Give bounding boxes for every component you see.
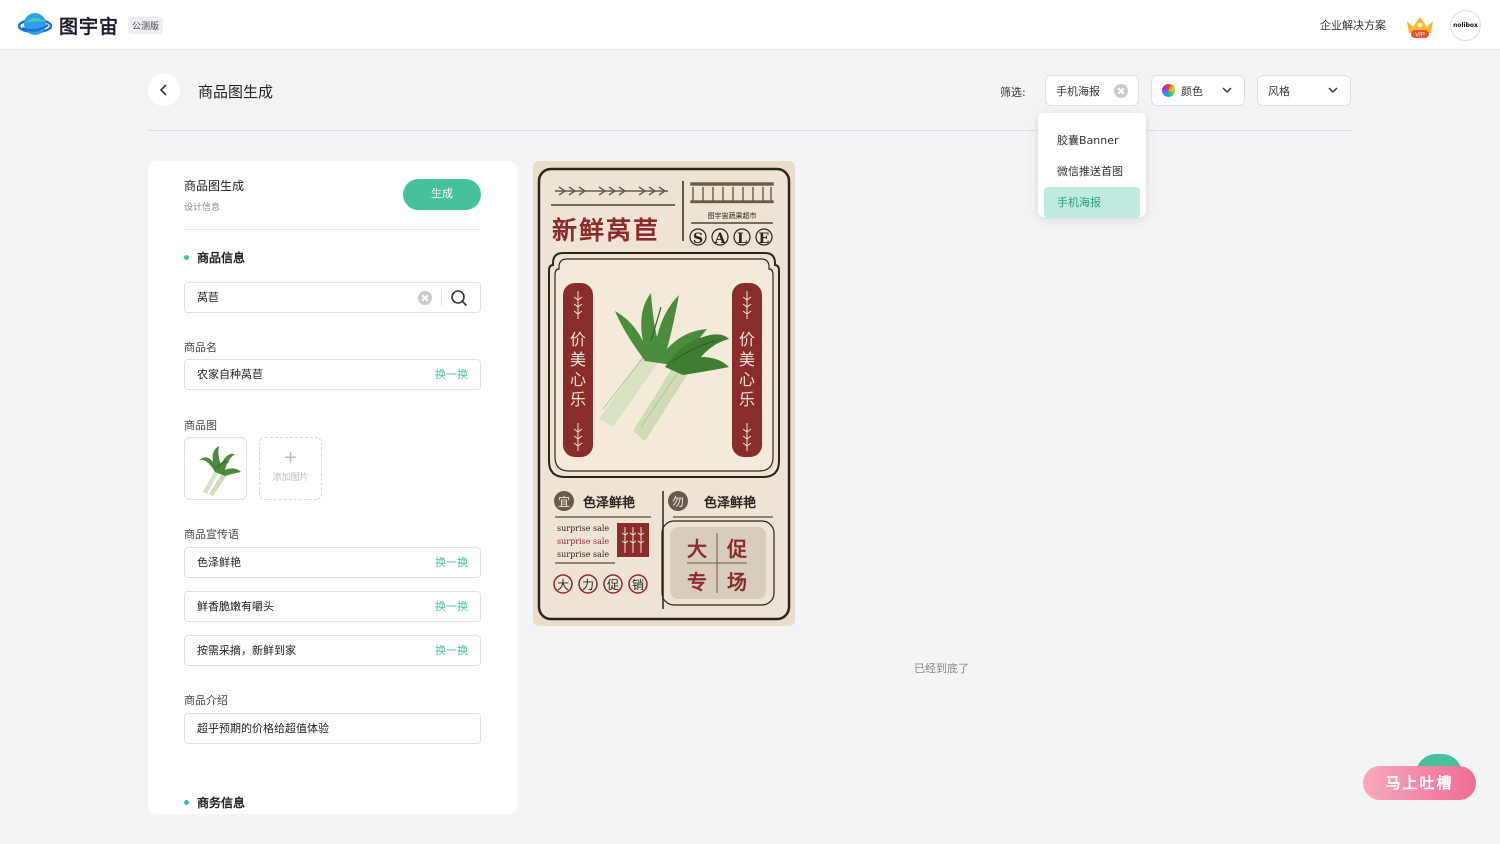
style-filter-label: 风格 — [1268, 84, 1290, 98]
chevron-down-icon — [1222, 87, 1232, 93]
promo-box-char: 专 — [687, 570, 707, 594]
beta-badge: 公测版 — [128, 17, 164, 34]
product-image-label: 商品图 — [184, 419, 217, 432]
tag-right: 色泽鲜艳 — [704, 495, 756, 511]
user-avatar[interactable]: nolibox — [1450, 10, 1481, 41]
dropdown-option-mobile-poster[interactable]: 手机海报 — [1044, 187, 1140, 218]
slogan-field-2[interactable]: 鲜香脆嫩有嚼头 换一换 — [184, 591, 481, 622]
color-filter-select[interactable]: 颜色 — [1151, 75, 1245, 106]
sale-letter: A — [714, 231, 727, 247]
vip-crown-icon[interactable]: VIP — [1404, 13, 1436, 39]
intro-label: 商品介绍 — [184, 694, 228, 707]
sale-letter: E — [759, 231, 770, 247]
color-wheel-icon — [1162, 84, 1175, 97]
style-filter-select[interactable]: 风格 — [1257, 75, 1351, 106]
wheat-box-icon — [621, 527, 645, 553]
sale-letter: L — [737, 231, 747, 247]
side-text-left: 心 — [570, 370, 586, 389]
side-text-left: 价 — [570, 330, 586, 349]
product-name-label: 商品名 — [184, 341, 217, 354]
type-filter-dropdown: 胶囊Banner 微信推送首图 手机海报 — [1038, 113, 1146, 218]
product-intro-field[interactable]: 超乎预期的价格给超值体验 — [184, 713, 481, 744]
poster-title: 新鲜莴苣 — [552, 216, 660, 245]
chevron-left-icon — [159, 84, 167, 96]
dropdown-option-wechat-cover[interactable]: 微信推送首图 — [1038, 156, 1146, 187]
swap-slogan-button[interactable]: 换一换 — [435, 592, 468, 621]
side-text-right: 乐 — [739, 390, 755, 409]
surprise-text: surprise sale — [557, 524, 609, 533]
badge-right: 勿 — [672, 495, 684, 509]
promo-char: 促 — [607, 578, 619, 592]
slogan-field-1[interactable]: 色泽鲜艳 换一换 — [184, 547, 481, 578]
vip-label: VIP — [1415, 33, 1425, 39]
surprise-text: surprise sale — [557, 537, 609, 546]
feedback-button[interactable]: 马上吐槽 — [1363, 766, 1476, 800]
planet-logo-icon[interactable] — [18, 10, 52, 40]
clear-filter-icon[interactable] — [1114, 84, 1128, 98]
promo-char: 大 — [557, 578, 569, 592]
brand-name[interactable]: 图宇宙 — [59, 12, 119, 39]
end-of-list-text: 已经到底了 — [914, 662, 969, 675]
side-text-right: 美 — [739, 350, 755, 369]
promo-box-char: 促 — [726, 537, 748, 561]
design-info-panel: 商品图生成 设计信息 生成 商品信息 莴苣 商品名 农家自种莴苣 换一换 商品图… — [148, 161, 517, 814]
product-thumbnail[interactable] — [184, 437, 247, 500]
sale-letter: S — [693, 231, 703, 247]
add-image-label: 添加图片 — [272, 473, 309, 483]
panel-divider — [184, 229, 481, 230]
color-filter-label: 颜色 — [1181, 84, 1203, 98]
swap-slogan-button[interactable]: 换一换 — [435, 548, 468, 577]
dropdown-option-capsule-banner[interactable]: 胶囊Banner — [1038, 125, 1146, 156]
promo-char: 销 — [632, 578, 644, 592]
slogan-value: 鲜香脆嫩有嚼头 — [197, 600, 274, 613]
type-filter-select[interactable]: 手机海报 — [1045, 75, 1139, 106]
promo-box-char: 场 — [727, 570, 747, 594]
plus-icon: + — [282, 447, 299, 468]
panel-subtitle: 设计信息 — [184, 203, 221, 213]
poster-store-name: 图宇宙蔬果超市 — [708, 211, 757, 220]
panel-title: 商品图生成 — [184, 179, 245, 193]
search-icon[interactable] — [450, 289, 468, 307]
search-value: 莴苣 — [197, 291, 219, 304]
product-search-input[interactable]: 莴苣 — [184, 282, 481, 313]
poster-card[interactable]: 新鲜莴苣 图宇宙蔬果超市 S A L E 价 美 心 乐 价 美 心 乐 宜 色… — [533, 161, 795, 626]
slogan-label: 商品宣传语 — [184, 528, 239, 541]
page-title: 商品图生成 — [198, 83, 274, 101]
promo-box-char: 大 — [687, 537, 707, 561]
slogan-field-3[interactable]: 按需采摘，新鲜到家 换一换 — [184, 635, 481, 666]
product-info-heading: 商品信息 — [184, 249, 245, 266]
promo-char: 力 — [582, 578, 594, 592]
slogan-value: 按需采摘，新鲜到家 — [197, 644, 296, 657]
clear-search-icon[interactable] — [418, 291, 432, 305]
business-info-heading: 商务信息 — [184, 794, 245, 811]
badge-left: 宜 — [558, 494, 570, 509]
header-divider — [148, 130, 1352, 131]
side-text-right: 价 — [739, 330, 755, 349]
enterprise-solutions-link[interactable]: 企业解决方案 — [1320, 17, 1386, 33]
product-name-value: 农家自种莴苣 — [197, 368, 263, 381]
search-separator — [441, 290, 442, 306]
side-text-left: 乐 — [570, 390, 586, 409]
chevron-down-icon — [1328, 87, 1338, 93]
back-button[interactable] — [148, 74, 180, 106]
tag-left: 色泽鲜艳 — [583, 495, 635, 511]
surprise-text: surprise sale — [557, 550, 609, 559]
lettuce-thumbnail-image — [199, 446, 241, 496]
generate-button[interactable]: 生成 — [403, 179, 481, 210]
intro-value: 超乎预期的价格给超值体验 — [197, 722, 329, 735]
side-text-left: 美 — [570, 350, 586, 369]
filter-label: 筛选: — [1000, 86, 1026, 99]
poster-image: 新鲜莴苣 图宇宙蔬果超市 S A L E 价 美 心 乐 价 美 心 乐 宜 色… — [537, 167, 791, 621]
side-text-right: 心 — [739, 370, 755, 389]
add-image-button[interactable]: + 添加图片 — [259, 437, 322, 500]
slogan-value: 色泽鲜艳 — [197, 556, 241, 569]
swap-name-button[interactable]: 换一换 — [435, 360, 468, 389]
product-name-field[interactable]: 农家自种莴苣 换一换 — [184, 359, 481, 390]
type-filter-value: 手机海报 — [1056, 84, 1100, 98]
top-bar: 图宇宙 公测版 企业解决方案 VIP nolibox — [0, 0, 1500, 50]
swap-slogan-button[interactable]: 换一换 — [435, 636, 468, 665]
